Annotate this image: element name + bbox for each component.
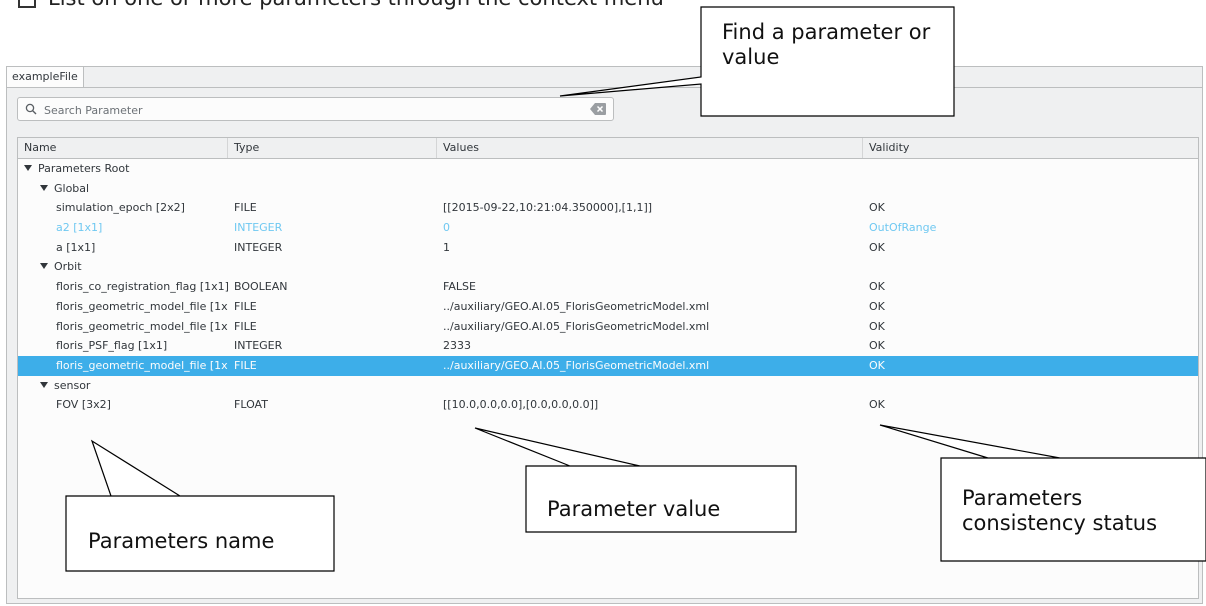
cell-name: simulation_epoch [2x2] — [18, 198, 228, 218]
cell-name: Orbit — [18, 257, 228, 277]
callout-value-text: Parameter value — [547, 497, 721, 521]
cell-type: BOOLEAN — [234, 280, 288, 294]
cell-name: floris_geometric_model_file [1x1 — [18, 317, 228, 337]
top-instruction-text: List on one or more parameters through t… — [48, 0, 664, 10]
tree-group-row[interactable]: Orbit — [18, 257, 1198, 277]
cell-name-text: floris_geometric_model_file [1x1 — [56, 319, 228, 333]
tab-examplefile[interactable]: exampleFile — [7, 67, 84, 88]
table-row[interactable]: simulation_epoch [2x2] FILE [[2015-09-22,1… — [18, 198, 1198, 218]
cell-name-text: Orbit — [54, 260, 82, 274]
search-input[interactable] — [42, 100, 586, 120]
cell-name: FOV [3x2] — [18, 395, 228, 415]
cell-name-text: FOV [3x2] — [56, 398, 111, 412]
cell-validity: OK — [869, 358, 885, 372]
column-header-validity[interactable]: Validity — [863, 138, 1200, 158]
tab-bar-divider — [71, 87, 1202, 88]
tree-group-row[interactable]: sensor — [18, 376, 1198, 396]
checkbox-icon — [18, 0, 36, 8]
cell-value: [[2015-09-22,10:21:04.350000],[1,1]] — [443, 201, 653, 215]
cell-name: floris_PSF_flag [1x1] — [18, 336, 228, 356]
cell-name: floris_co_registration_flag [1x1] — [18, 277, 228, 297]
cell-name-text: Global — [54, 181, 90, 195]
cell-value: ../auxiliary/GEO.AI.05_FlorisGeometricMo… — [443, 358, 710, 372]
search-icon — [25, 103, 37, 115]
cell-name: floris_geometric_model_file [1x1 — [18, 297, 228, 317]
clear-search-icon[interactable] — [590, 103, 606, 115]
column-header-type[interactable]: Type — [228, 138, 437, 158]
cell-value: 2333 — [443, 339, 471, 353]
cell-value: 1 — [443, 240, 450, 254]
cell-name-text: Parameters Root — [38, 162, 130, 175]
tree-rows: Parameters Root Global simulation_epoch [2… — [18, 159, 1198, 415]
top-instruction: List on one or more parameters through t… — [18, 0, 918, 16]
cell-value: FALSE — [443, 280, 476, 294]
expand-arrow-icon[interactable] — [24, 165, 32, 171]
table-row[interactable]: floris_geometric_model_file [1x1 FILE ../a… — [18, 297, 1198, 317]
cell-validity: OK — [869, 299, 885, 313]
cell-type: INTEGER — [234, 339, 283, 353]
cell-type: FILE — [234, 201, 257, 215]
search-box[interactable] — [17, 97, 614, 121]
tree-group-row[interactable]: Global — [18, 179, 1198, 199]
cell-name-text: floris_co_registration_flag [1x1] — [56, 280, 228, 294]
cell-name-text: sensor — [54, 378, 91, 392]
tree-group-row[interactable]: Parameters Root — [18, 159, 1198, 179]
table-row[interactable]: FOV [3x2] FLOAT [[10.0,0.0,0.0],[0.0,0.0,0… — [18, 395, 1198, 415]
cell-type: INTEGER — [234, 240, 283, 254]
cell-value: 0 — [443, 221, 450, 235]
cell-name-text: simulation_epoch [2x2] — [56, 201, 185, 215]
cell-name: sensor — [18, 376, 228, 396]
cell-validity: OK — [869, 240, 885, 254]
tab-bar: exampleFile — [7, 67, 1202, 88]
cell-value: ../auxiliary/GEO.AI.05_FlorisGeometricMo… — [443, 299, 710, 313]
cell-validity: OK — [869, 201, 885, 215]
cell-type: FILE — [234, 299, 257, 313]
table-row[interactable]: floris_co_registration_flag [1x1] BOOLEAN… — [18, 277, 1198, 297]
cell-name-text: floris_geometric_model_file [1x1 — [56, 299, 228, 313]
cell-validity: OK — [869, 280, 885, 294]
table-row[interactable]: floris_PSF_flag [1x1] INTEGER 2333 OK — [18, 336, 1198, 356]
cell-value: ../auxiliary/GEO.AI.05_FlorisGeometricMo… — [443, 319, 710, 333]
cell-validity: OK — [869, 319, 885, 333]
expand-arrow-icon[interactable] — [40, 184, 48, 191]
callout-status-text: Parameters consistency status — [962, 486, 1158, 535]
cell-name-text: floris_PSF_flag [1x1] — [56, 339, 168, 353]
cell-name: a2 [1x1] — [18, 218, 228, 238]
table-row[interactable]: a [1x1] INTEGER 1 OK — [18, 238, 1198, 258]
cell-name-text: a2 [1x1] — [56, 221, 103, 235]
cell-type: INTEGER — [234, 221, 283, 235]
expand-arrow-icon[interactable] — [40, 263, 48, 270]
cell-type: FILE — [234, 319, 257, 333]
tree-header: Name Type Values Validity — [18, 138, 1198, 159]
cell-name-text: floris_geometric_model_file [1x1 — [56, 358, 228, 372]
callout-find-text: Find a parameter or value — [722, 20, 931, 69]
table-row[interactable]: floris_geometric_model_file [1x1 FILE ../a… — [18, 355, 1198, 376]
column-header-name[interactable]: Name — [18, 138, 228, 158]
table-row[interactable]: floris_geometric_model_file [1x1 FILE ../a… — [18, 317, 1198, 337]
callout-name-text: Parameters name — [88, 529, 275, 553]
cell-type: FLOAT — [234, 398, 268, 412]
cell-type: FILE — [234, 358, 257, 372]
cell-validity: OutOfRange — [869, 221, 937, 235]
column-header-values[interactable]: Values — [437, 138, 863, 158]
cell-name: a [1x1] — [18, 238, 228, 258]
cell-validity: OK — [869, 339, 885, 353]
cell-value: [[10.0,0.0,0.0],[0.0,0.0,0.0]] — [443, 398, 599, 412]
cell-name: Global — [18, 179, 228, 199]
table-row[interactable]: a2 [1x1] INTEGER 0 OutOfRange — [18, 218, 1198, 238]
cell-name-text: a [1x1] — [56, 240, 96, 254]
expand-arrow-icon[interactable] — [40, 381, 48, 388]
cell-name: floris_geometric_model_file [1x1 — [18, 356, 228, 376]
cell-validity: OK — [869, 398, 885, 412]
cell-name: Parameters Root — [18, 159, 228, 179]
